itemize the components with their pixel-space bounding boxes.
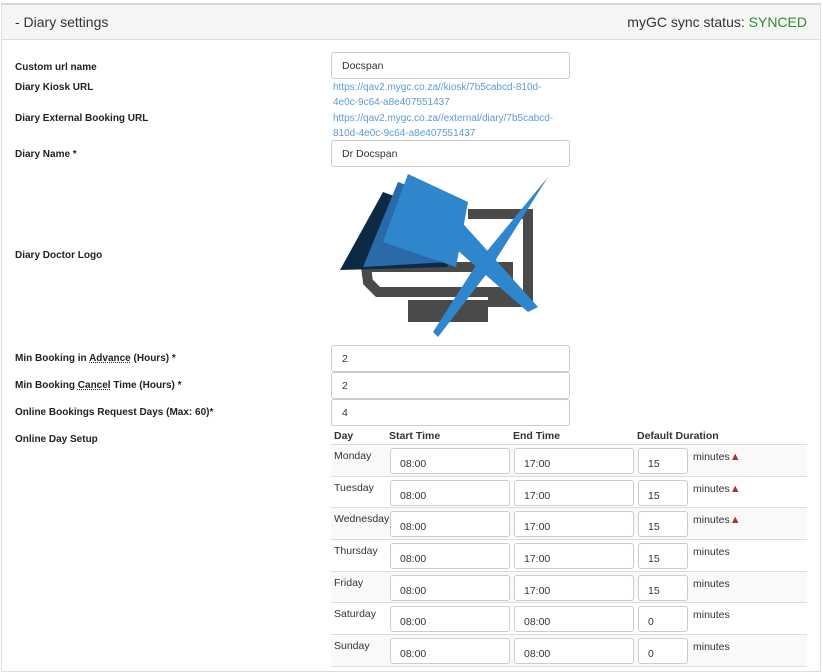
min-advance-label: Min Booking in Advance (Hours) * [15, 353, 176, 364]
minutes-label: minutes [693, 577, 730, 590]
logo-label: Diary Doctor Logo [15, 250, 103, 261]
day-name: Monday [334, 450, 372, 462]
min-advance-input[interactable]: 2 [331, 345, 570, 372]
start-time-input[interactable]: 08:00 [390, 574, 510, 601]
day-name: Thursday [334, 545, 378, 558]
diary-name-input[interactable]: Dr Docspan [331, 140, 570, 167]
table-row: Saturday 08:00 08:00 0 minutes [331, 603, 807, 636]
start-time-input[interactable]: 08:00 [390, 448, 510, 474]
custom-url-label: Custom url name [15, 62, 97, 73]
start-time-input[interactable]: 08:00 [390, 543, 510, 570]
minutes-label: minutes [693, 641, 730, 654]
end-time-input[interactable]: 17:00 [514, 511, 634, 538]
minutes-unit: minutes▲ [693, 483, 741, 495]
minutes-unit: minutes▲ [693, 451, 741, 463]
table-row: Wednesday 08:00 17:00 15 minutes▲ [331, 508, 807, 541]
duration-input[interactable]: 15 [638, 511, 688, 538]
minutes-label: minutes [693, 482, 730, 495]
table-row: Monday 08:00 17:00 15 minutes▲ [331, 445, 807, 477]
end-time-input[interactable]: 17:00 [514, 543, 634, 570]
end-time-input[interactable]: 17:00 [514, 479, 634, 506]
start-time-input[interactable]: 08:00 [390, 606, 510, 633]
external-url-link[interactable]: https://qav2.mygc.co.za//external/diary/… [333, 111, 563, 141]
minutes-unit: minutes [693, 609, 730, 621]
panel-title[interactable]: - Diary settings [15, 14, 108, 30]
diary-name-label: Diary Name * [15, 149, 77, 160]
panel-header: - Diary settings myGC sync status: SYNCE… [2, 5, 820, 40]
kiosk-url-label: Diary Kiosk URL [15, 82, 94, 93]
end-time-input[interactable]: 08:00 [514, 638, 634, 665]
minutes-unit: minutes [693, 578, 730, 590]
header-end: End Time [513, 429, 561, 442]
start-time-input[interactable]: 08:00 [390, 638, 510, 665]
end-time-input[interactable]: 08:00 [514, 606, 634, 633]
minutes-label: minutes [693, 514, 730, 527]
minutes-label: minutes [693, 609, 730, 622]
day-setup-label: Online Day Setup [15, 434, 98, 445]
day-name: Friday [334, 576, 364, 589]
external-url-label: Diary External Booking URL [15, 113, 149, 124]
day-name: Tuesday [334, 481, 374, 494]
duration-input[interactable]: 15 [638, 574, 688, 601]
header-start: Start Time [389, 429, 441, 442]
sync-label: myGC sync status: [627, 14, 749, 30]
warning-icon: ▲ [729, 514, 741, 527]
duration-input[interactable]: 15 [638, 448, 688, 474]
minutes-unit: minutes [693, 641, 730, 653]
duration-input[interactable]: 0 [638, 638, 688, 665]
warning-icon: ▲ [729, 451, 741, 463]
duration-input[interactable]: 0 [638, 606, 688, 633]
header-duration: Default Duration [637, 429, 719, 442]
start-time-input[interactable]: 08:00 [390, 479, 510, 506]
day-setup-table: Day Start Time End Time Default Duration… [331, 427, 807, 667]
min-cancel-input[interactable]: 2 [331, 372, 570, 399]
minutes-label: minutes [693, 451, 730, 463]
table-header: Day Start Time End Time Default Duration [331, 427, 807, 445]
sync-status: myGC sync status: SYNCED [627, 14, 807, 30]
day-name: Saturday [334, 608, 377, 621]
minutes-unit: minutes [693, 546, 730, 558]
sync-value: SYNCED [748, 14, 807, 30]
table-row: Sunday 08:00 08:00 0 minutes [331, 635, 807, 667]
doctor-logo-image[interactable] [338, 172, 553, 340]
minutes-unit: minutes▲ [693, 514, 741, 526]
request-days-label: Online Bookings Request Days (Max: 60)* [15, 407, 214, 418]
request-days-input[interactable]: 4 [331, 399, 570, 426]
header-day: Day [334, 429, 354, 442]
start-time-input[interactable]: 08:00 [390, 511, 510, 538]
kiosk-url-link[interactable]: https://qav2.mygc.co.za//kiosk/7b5cabcd-… [333, 80, 563, 110]
duration-input[interactable]: 15 [638, 543, 688, 570]
table-row: Tuesday 08:00 17:00 15 minutes▲ [331, 477, 807, 509]
end-time-input[interactable]: 17:00 [514, 448, 634, 474]
table-row: Thursday 08:00 17:00 15 minutes [331, 540, 807, 572]
table-row: Friday 08:00 17:00 15 minutes [331, 571, 807, 604]
duration-input[interactable]: 15 [638, 479, 688, 506]
day-name: Wednesday [334, 513, 390, 526]
custom-url-input[interactable]: Docspan [331, 52, 570, 79]
min-cancel-label: Min Booking Cancel Time (Hours) * [15, 380, 182, 391]
minutes-label: minutes [693, 546, 730, 559]
day-name: Sunday [334, 640, 370, 653]
end-time-input[interactable]: 17:00 [514, 574, 634, 601]
warning-icon: ▲ [729, 482, 741, 495]
